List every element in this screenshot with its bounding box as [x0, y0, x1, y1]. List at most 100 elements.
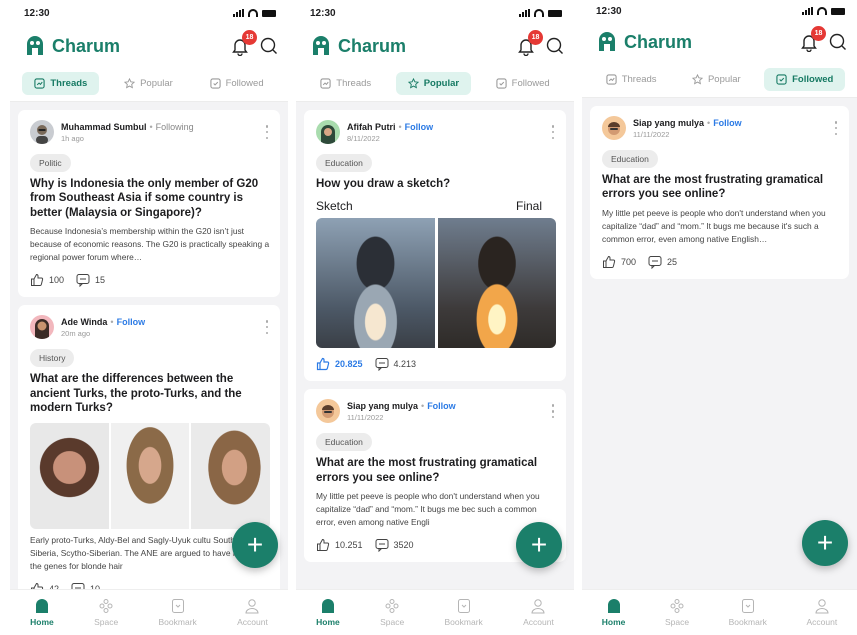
post-card[interactable]: Afifah Putri • Follow 8/11/2022 Educatio…: [304, 110, 566, 382]
post-image[interactable]: [110, 423, 190, 530]
topic-tag[interactable]: Education: [316, 433, 372, 452]
nav-space[interactable]: Space: [380, 598, 404, 627]
nav-account[interactable]: Account: [237, 598, 268, 627]
author-name[interactable]: Siap yang mulya: [347, 401, 418, 411]
nav-bookmark[interactable]: Bookmark: [445, 598, 483, 627]
nav-space-label: Space: [664, 617, 690, 627]
post-images[interactable]: [316, 218, 556, 349]
author-name[interactable]: Muhammad Sumbul: [61, 122, 147, 132]
nav-account[interactable]: Account: [806, 598, 837, 627]
avatar[interactable]: [316, 399, 340, 424]
create-post-button[interactable]: +: [802, 520, 848, 566]
comment-button[interactable]: 4.213: [375, 357, 416, 372]
avatar[interactable]: [316, 120, 340, 144]
like-count: 10.251: [335, 540, 363, 551]
post-image[interactable]: [316, 218, 435, 349]
tab-followed-label: Followed: [792, 74, 834, 85]
nav-account[interactable]: Account: [523, 598, 554, 627]
topic-tag[interactable]: History: [30, 349, 75, 368]
following-label[interactable]: Following: [156, 122, 194, 132]
avatar[interactable]: [30, 120, 54, 144]
like-button[interactable]: 700: [602, 255, 636, 269]
topic-tag[interactable]: Education: [316, 154, 372, 172]
create-post-button[interactable]: +: [232, 522, 278, 568]
post-images[interactable]: [30, 423, 270, 530]
more-options-icon[interactable]: [550, 125, 556, 139]
nav-home[interactable]: Home: [30, 598, 54, 627]
search-icon[interactable]: [260, 37, 278, 55]
avatar[interactable]: [30, 315, 54, 340]
comment-button[interactable]: 25: [648, 255, 677, 269]
author-name[interactable]: Ade Winda: [61, 317, 107, 327]
nav-home[interactable]: Home: [316, 598, 340, 627]
post-image[interactable]: [191, 423, 270, 530]
tab-followed[interactable]: Followed: [764, 68, 846, 91]
charum-logo-icon: [27, 36, 43, 55]
follow-button[interactable]: Follow: [117, 317, 146, 327]
tab-threads[interactable]: Threads: [22, 72, 100, 95]
nav-bookmark[interactable]: Bookmark: [729, 598, 767, 627]
tab-threads[interactable]: Threads: [594, 68, 669, 91]
more-options-icon[interactable]: [264, 125, 270, 139]
topic-tag[interactable]: Education: [602, 150, 658, 168]
post-image[interactable]: [437, 218, 556, 349]
avatar[interactable]: [602, 116, 626, 140]
create-post-button[interactable]: +: [516, 522, 562, 568]
post-title[interactable]: How you draw a sketch?: [316, 177, 556, 191]
post-title[interactable]: Why is Indonesia the only member of G20 …: [30, 177, 270, 220]
status-bar: 12:30: [10, 0, 288, 26]
follow-button[interactable]: Follow: [713, 118, 742, 128]
brand: Charum: [24, 35, 120, 57]
follow-button[interactable]: Follow: [405, 122, 434, 132]
author-name[interactable]: Afifah Putri: [347, 122, 396, 132]
like-button[interactable]: 20.825: [316, 357, 363, 371]
thumbs-up-icon: [603, 255, 616, 268]
notification-button[interactable]: 18: [516, 30, 543, 57]
more-options-icon[interactable]: [550, 404, 556, 419]
signal-icon: [233, 9, 244, 17]
comment-button[interactable]: 3520: [375, 538, 414, 553]
like-button[interactable]: 10.251: [316, 538, 363, 552]
notification-button[interactable]: 18: [230, 30, 257, 57]
thumbs-up-icon: [31, 274, 44, 287]
tab-threads-label: Threads: [50, 78, 88, 89]
battery-icon: [548, 9, 562, 17]
author-name[interactable]: Siap yang mulya: [633, 118, 704, 128]
post-image[interactable]: [30, 423, 109, 530]
tab-popular[interactable]: Popular: [112, 72, 185, 95]
topic-tag[interactable]: Politic: [30, 154, 71, 172]
post-title[interactable]: What are the differences between the anc…: [30, 372, 270, 415]
nav-home[interactable]: Home: [602, 598, 625, 627]
tab-followed[interactable]: Followed: [198, 72, 276, 95]
like-button[interactable]: 100: [30, 273, 64, 287]
search-icon[interactable]: [546, 37, 564, 55]
feed-tabs: Threads Popular Followed: [10, 66, 288, 102]
notification-badge: 18: [242, 30, 257, 45]
comment-count: 15: [95, 275, 106, 286]
nav-bookmark[interactable]: Bookmark: [159, 598, 197, 627]
nav-space[interactable]: Space: [665, 598, 689, 627]
tab-followed[interactable]: Followed: [484, 72, 562, 95]
nav-space[interactable]: Space: [94, 598, 118, 627]
nav-bookmark-label: Bookmark: [158, 617, 197, 627]
signal-icon: [802, 7, 813, 15]
more-options-icon[interactable]: [833, 121, 839, 135]
comment-button[interactable]: 15: [76, 273, 106, 288]
brand: Charum: [596, 31, 692, 53]
notification-button[interactable]: 18: [799, 26, 826, 53]
post-title[interactable]: What are the most frustrating gramatical…: [316, 456, 556, 485]
tab-popular[interactable]: Popular: [395, 72, 472, 95]
post-card[interactable]: Siap yang mulya • Follow 11/11/2022 Educ…: [590, 106, 849, 279]
more-options-icon[interactable]: [264, 320, 270, 335]
status-icons: [519, 9, 562, 17]
space-icon: [385, 599, 399, 613]
search-icon[interactable]: [829, 33, 847, 51]
feed-list: Siap yang mulya • Follow 11/11/2022 Educ…: [582, 98, 857, 279]
post-title[interactable]: What are the most frustrating gramatical…: [602, 173, 839, 202]
post-card[interactable]: Muhammad Sumbul • Following 1h ago Polit…: [18, 110, 280, 298]
tab-popular[interactable]: Popular: [680, 68, 753, 91]
comment-icon: [76, 274, 90, 288]
tab-threads[interactable]: Threads: [308, 72, 383, 95]
follow-button[interactable]: Follow: [427, 401, 456, 411]
post-excerpt: Because Indonesia’s membership within th…: [30, 226, 270, 263]
